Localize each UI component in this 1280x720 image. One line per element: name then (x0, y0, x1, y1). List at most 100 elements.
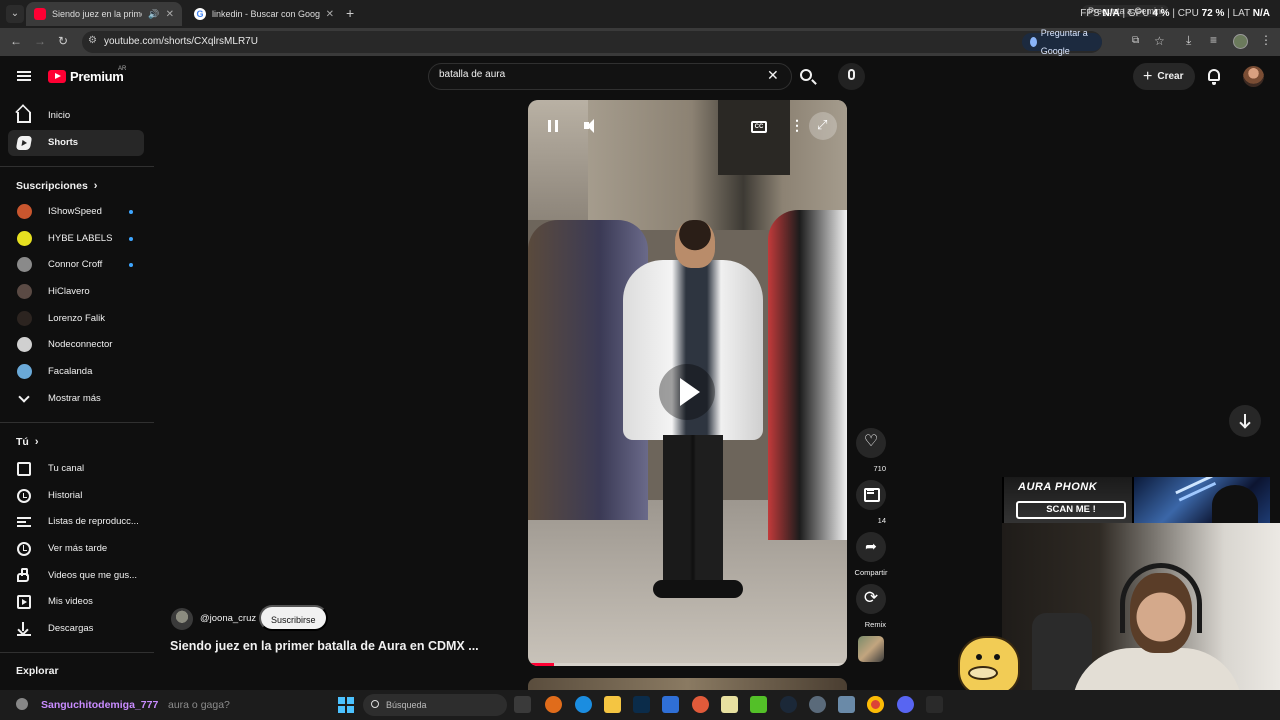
sidebar-item-hiclavero[interactable]: HiClavero (8, 279, 144, 305)
search-box[interactable] (428, 63, 792, 90)
menu-icon[interactable] (17, 71, 31, 81)
sidebar-item-ishowspeed[interactable]: IShowSpeed (8, 199, 144, 225)
share-action[interactable]: Compartir (854, 532, 888, 578)
subscriptions-header[interactable]: Suscripciones › (16, 180, 97, 192)
pause-icon[interactable] (548, 120, 558, 132)
tab-youtube-short[interactable]: Siendo juez en la primer ba 🔊 ✕ (26, 2, 182, 26)
remix-icon[interactable] (856, 584, 886, 614)
tab-google-search[interactable]: G linkedin - Buscar con Google ✕ (186, 2, 342, 26)
media-control-icon[interactable]: ≡ (1210, 33, 1217, 47)
lightning-icon (1175, 477, 1213, 495)
windows-start-icon[interactable] (338, 697, 354, 713)
search-input[interactable] (439, 69, 759, 80)
sidebar-item-tu-canal[interactable]: Tu canal (8, 456, 144, 482)
forward-arrow-icon[interactable]: → (34, 34, 46, 48)
youtube-play-icon (48, 70, 66, 83)
task-manager-icon[interactable] (838, 696, 855, 713)
volume-icon[interactable] (584, 119, 598, 133)
create-label: Crear (1157, 71, 1184, 82)
create-button[interactable]: + Crear (1133, 63, 1196, 90)
new-tab-button[interactable]: + (346, 5, 354, 21)
app-burst-icon[interactable] (692, 696, 709, 713)
reload-icon[interactable]: ↻ (58, 34, 68, 48)
sidebar-item-nodeconnector[interactable]: Nodeconnector (8, 332, 144, 358)
sidebar-item-playlists[interactable]: Listas de reproducc... (8, 509, 144, 535)
you-header[interactable]: Tú › (16, 436, 39, 448)
comment-action[interactable]: 14 (856, 480, 886, 526)
file-explorer-icon[interactable] (604, 696, 621, 713)
install-app-icon[interactable]: ⧉ (1132, 35, 1139, 46)
speaker-icon[interactable]: 🔊 (148, 9, 159, 20)
sidebar-item-label: Shorts (48, 137, 79, 148)
lat-value: N/A (1252, 8, 1270, 19)
download-toolbar-icon[interactable]: ⤓ (1186, 33, 1191, 48)
brave-icon[interactable] (545, 696, 562, 713)
game-launcher-icon[interactable] (750, 696, 767, 713)
close-tab-icon[interactable]: ✕ (326, 9, 334, 20)
sidebar-item-inicio[interactable]: Inicio (8, 103, 144, 129)
discord-icon[interactable] (897, 696, 914, 713)
next-short-arrow-down-icon[interactable] (1229, 405, 1261, 437)
sidebar-item-label: Lorenzo Falik (48, 313, 106, 324)
sidebar-item-lorenzo-falik[interactable]: Lorenzo Falik (8, 306, 144, 332)
lens-icon (1030, 37, 1037, 47)
clear-search-icon[interactable]: ✕ (767, 68, 779, 82)
sidebar-item-shorts[interactable]: Shorts (8, 130, 144, 156)
big-play-icon[interactable] (659, 364, 715, 420)
notepad-icon[interactable] (721, 696, 738, 713)
notifications-bell-icon[interactable] (1208, 69, 1220, 85)
fullscreen-icon[interactable] (809, 112, 837, 140)
sidebar-show-more[interactable]: Mostrar más (8, 386, 144, 412)
channel-avatar[interactable] (171, 608, 193, 630)
ask-google-button[interactable]: Preguntar a Google (1022, 28, 1102, 56)
sound-thumbnail[interactable] (858, 636, 884, 662)
sidebar-item-liked-videos[interactable]: Videos que me gus... (8, 563, 144, 589)
more-options-icon[interactable]: ⋮ (790, 118, 804, 132)
bookmark-star-icon[interactable]: ☆ (1154, 34, 1165, 48)
photoshop-icon[interactable] (633, 696, 650, 713)
cpu-value: 72 % (1201, 8, 1225, 19)
sidebar-item-facalanda[interactable]: Facalanda (8, 359, 144, 385)
steam-icon[interactable] (780, 696, 797, 713)
thumbs-up-icon (17, 568, 29, 582)
taskbar-search[interactable]: Búsqueda (363, 694, 507, 716)
chrome-icon[interactable] (867, 696, 884, 713)
tab-title: linkedin - Buscar con Google (212, 9, 320, 19)
short-video-player[interactable]: CC ⋮ (528, 100, 847, 666)
browser-menu-icon[interactable]: ⋮ (1260, 33, 1272, 47)
mic-icon (848, 69, 855, 80)
site-info-icon[interactable]: ⚙ (88, 35, 97, 46)
share-icon[interactable] (856, 532, 886, 562)
settings-gear-icon[interactable] (809, 696, 826, 713)
remix-action[interactable]: Remix (856, 584, 886, 630)
sidebar-item-hybe-labels[interactable]: HYBE LABELS (8, 226, 144, 252)
obs-icon[interactable] (926, 696, 943, 713)
like-heart-icon[interactable] (856, 428, 886, 458)
task-view-icon[interactable] (514, 696, 531, 713)
tab-search-menu-button[interactable]: ⌄ (6, 5, 24, 23)
address-bar[interactable]: ⚙ youtube.com/shorts/CXqlrsMLR7U Pregunt… (82, 28, 1165, 56)
comment-icon[interactable] (856, 480, 886, 510)
account-avatar[interactable] (1243, 66, 1264, 87)
sidebar-item-watch-later[interactable]: Ver más tarde (8, 536, 144, 562)
youtube-logo[interactable]: Premium AR (48, 66, 126, 84)
edge-icon[interactable] (575, 696, 592, 713)
share-label: Compartir (854, 568, 888, 577)
store-icon[interactable] (662, 696, 679, 713)
sidebar-item-historial[interactable]: Historial (8, 483, 144, 509)
taskbar-search-placeholder: Búsqueda (386, 700, 427, 710)
short-title: Siendo juez en la primer batalla de Aura… (170, 639, 479, 653)
like-action[interactable]: 710 (856, 428, 886, 474)
sidebar-item-downloads[interactable]: Descargas (8, 616, 144, 642)
search-icon[interactable] (800, 69, 812, 81)
sidebar-item-connor-croff[interactable]: Connor Croff (8, 252, 144, 278)
captions-icon[interactable]: CC (751, 121, 767, 133)
channel-handle[interactable]: @joona_cruz (200, 613, 256, 624)
close-tab-icon[interactable]: ✕ (166, 9, 174, 20)
browser-profile-avatar[interactable] (1233, 34, 1248, 49)
back-arrow-icon[interactable]: ← (10, 34, 22, 48)
subscribe-button[interactable]: Suscribirse (259, 605, 328, 631)
sidebar-item-my-videos[interactable]: Mis videos (8, 589, 144, 615)
voice-search-button[interactable] (838, 63, 865, 90)
video-progress-bar[interactable] (528, 663, 847, 666)
